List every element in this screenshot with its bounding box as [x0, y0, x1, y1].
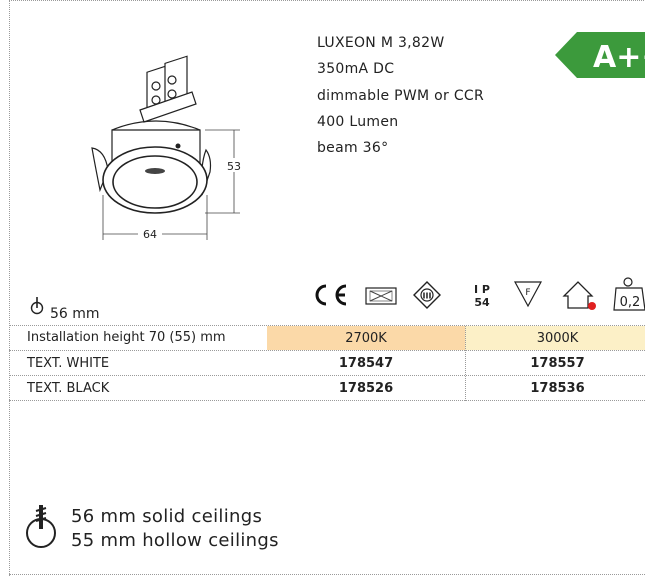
article-number: 178557 — [530, 356, 585, 371]
svg-text:III: III — [423, 292, 432, 301]
table-rule — [9, 350, 645, 351]
table-row-label: TEXT. BLACK — [27, 381, 110, 396]
install-height-label: Installation height 70 (55) mm — [27, 330, 226, 345]
spec-line: 350mA DC — [317, 61, 395, 78]
col-header-3000k: 3000K — [536, 331, 579, 346]
ip-label: I P — [474, 283, 490, 296]
weight-icon: 0,2 — [613, 277, 645, 311]
f-mark-icon: F — [513, 281, 543, 308]
col-header-2700k: 2700K — [345, 331, 387, 346]
article-number: 178547 — [338, 356, 394, 371]
table-rule — [9, 400, 645, 401]
spec-list: LUXEON M 3,82W 350mA DC dimmable PWM or … — [317, 30, 484, 161]
article-number: 178536 — [530, 381, 585, 396]
cutout-size: 56 mm — [50, 306, 100, 322]
ip-rating-icon: I P 54 — [470, 283, 494, 309]
indoor-use-icon — [562, 281, 596, 310]
spec-line: 400 Lumen — [317, 113, 399, 130]
dim-width: 64 — [143, 228, 157, 241]
footer-line-hollow: 55 mm hollow ceilings — [71, 530, 279, 551]
ce-mark-icon — [315, 284, 347, 306]
downlight-drawing: 53 64 — [91, 55, 242, 241]
ip-value: 54 — [474, 296, 490, 309]
dim-height: 53 — [227, 160, 241, 173]
spec-line: LUXEON M 3,82W — [317, 35, 445, 51]
table-row-label: TEXT. WHITE — [27, 356, 110, 371]
weee-bin-icon — [365, 287, 397, 305]
energy-class-label: A++ — [593, 40, 645, 75]
protection-class-iii-icon: III — [413, 281, 441, 309]
svg-text:F: F — [525, 288, 530, 298]
weight-value: 0,2 — [620, 295, 641, 310]
energy-class-badge: A++ — [555, 32, 645, 78]
table-rule — [9, 325, 645, 326]
drill-icon — [30, 297, 44, 315]
table-rule — [9, 375, 645, 376]
footer-line-solid: 56 mm solid ceilings — [71, 506, 263, 527]
spec-line: beam 36° — [317, 140, 389, 157]
spec-line: dimmable PWM or CCR — [317, 87, 485, 104]
bottom-rule — [9, 574, 645, 575]
article-number: 178526 — [338, 381, 394, 396]
ceiling-drill-icon — [26, 505, 56, 548]
